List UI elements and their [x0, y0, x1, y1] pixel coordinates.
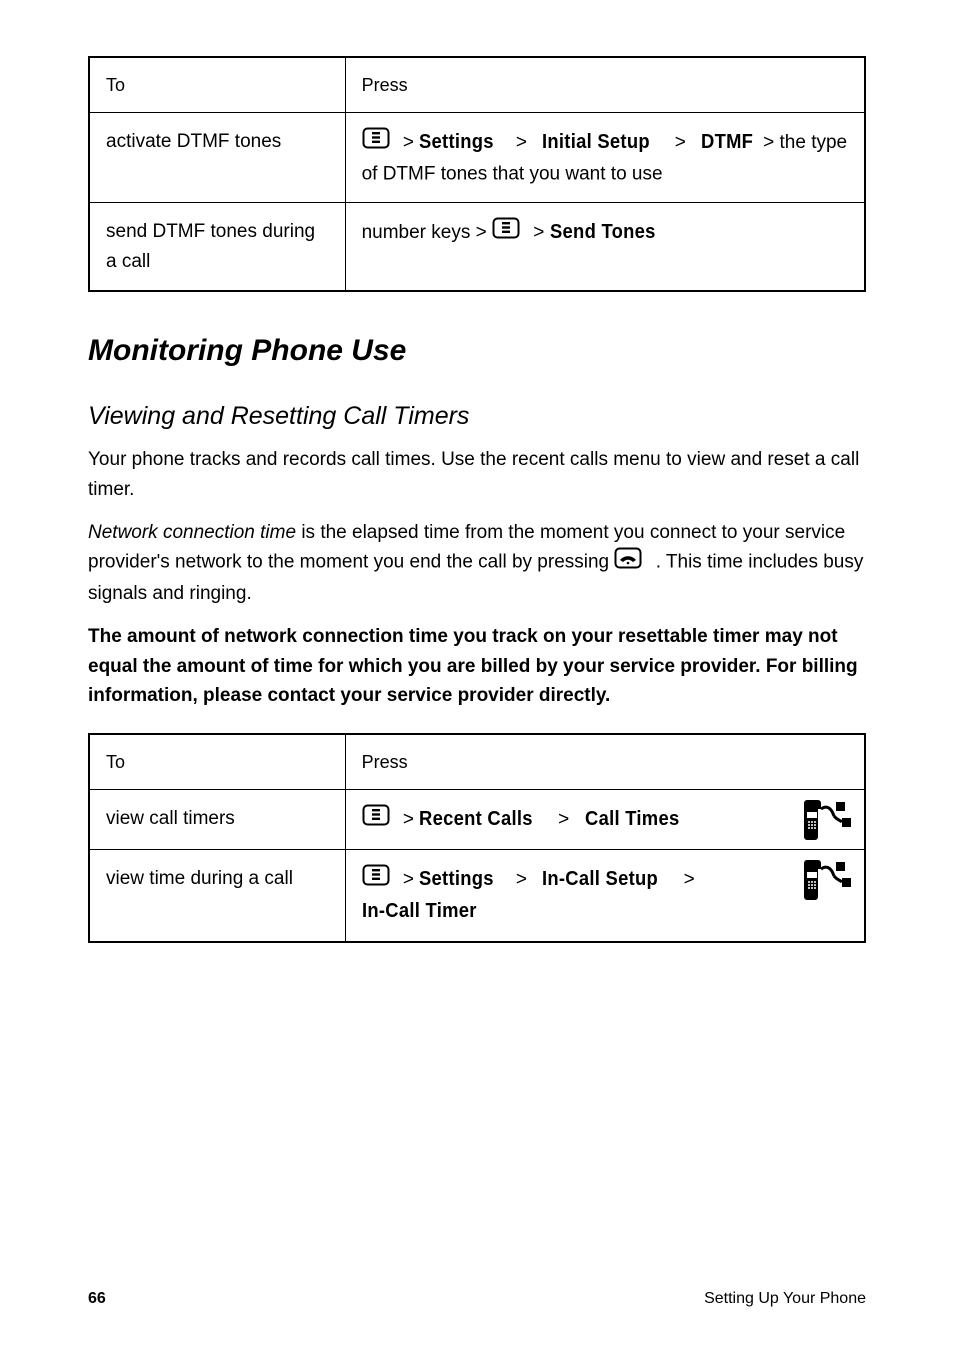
row2-right: > Settings > In-Call Setup > In-Call Tim… [345, 850, 865, 942]
menu-key-icon [362, 127, 390, 158]
path-sep: > [403, 809, 419, 830]
path-sep: > [675, 132, 691, 153]
table1-header-right: Press [345, 57, 865, 113]
menu-path-item: Send Tones [550, 217, 656, 248]
menu-path-item: Settings [419, 864, 494, 895]
path-sep: > [403, 132, 419, 153]
page-number: 66 [88, 1290, 106, 1308]
header-text: Press [362, 75, 408, 95]
monitoring-body: Your phone tracks and records call times… [88, 445, 866, 504]
row1-left: view call timers [89, 789, 345, 849]
cell-text: activate DTMF tones [106, 127, 329, 156]
prefix-text: number keys > [362, 222, 492, 243]
row-send-left: send DTMF tones during a call [89, 203, 345, 291]
cell-text: view time during a call [106, 864, 329, 893]
note-text: The amount of network connection time yo… [88, 626, 858, 706]
path-sep: > [558, 809, 574, 830]
menu-key-icon [362, 804, 390, 835]
emphasis-text: Network connection time [88, 522, 296, 543]
path-sep: > [403, 869, 419, 890]
subsection-heading-timers: Viewing and Resetting Call Timers [88, 402, 866, 431]
row-dtmf-right: > Settings > Initial Setup > DTMF > the … [345, 113, 865, 203]
menu-key-icon [492, 217, 520, 248]
page-footer: 66 Setting Up Your Phone [88, 1290, 866, 1308]
phone-network-icon [792, 796, 856, 853]
row1-right: > Recent Calls > Call Times [345, 789, 865, 849]
table1-header-left: To [89, 57, 345, 113]
header-text: Press [362, 752, 408, 772]
end-key-icon [614, 547, 642, 578]
menu-path-item: DTMF [701, 127, 753, 158]
header-text: To [106, 75, 125, 95]
menu-path-item: Initial Setup [542, 127, 650, 158]
menu-path-item: Recent Calls [419, 804, 533, 835]
header-text: To [106, 752, 125, 772]
path-sep: > [684, 869, 695, 890]
menu-path-item: Call Times [585, 804, 679, 835]
menu-path-item: In-Call Setup [542, 864, 658, 895]
footer-section-title: Setting Up Your Phone [704, 1290, 866, 1308]
phone-network-icon [792, 856, 856, 913]
table2-header-left: To [89, 734, 345, 790]
row-dtmf-left: activate DTMF tones [89, 113, 345, 203]
section-heading-monitoring: Monitoring Phone Use [88, 334, 866, 368]
table2-header-right: Press [345, 734, 865, 790]
cell-text: view call timers [106, 804, 329, 833]
network-time-paragraph: Network connection time is the elapsed t… [88, 518, 866, 608]
menu-path-item: Settings [419, 127, 494, 158]
menu-key-icon [362, 864, 390, 895]
cell-text: send DTMF tones during a call [106, 217, 329, 276]
timers-table: To Press view call timers [88, 733, 866, 943]
path-sep: > [516, 869, 532, 890]
path-sep: > [516, 132, 532, 153]
dtmf-table: To Press activate DTMF tones > Settings … [88, 56, 866, 292]
row2-left: view time during a call [89, 850, 345, 942]
menu-path-item: In-Call Timer [362, 896, 477, 927]
billing-note: The amount of network connection time yo… [88, 622, 866, 710]
row-send-right: number keys > > Send Tones [345, 203, 865, 291]
path-sep: > [533, 222, 549, 243]
